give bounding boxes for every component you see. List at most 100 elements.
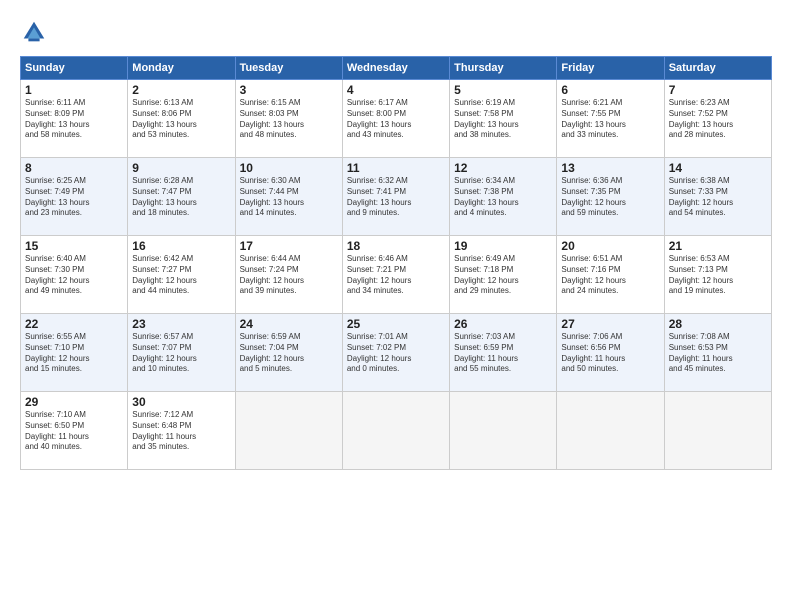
day-number: 15: [25, 239, 123, 253]
day-cell: 10Sunrise: 6:30 AM Sunset: 7:44 PM Dayli…: [235, 158, 342, 236]
day-info: Sunrise: 7:03 AM Sunset: 6:59 PM Dayligh…: [454, 332, 552, 375]
day-info: Sunrise: 7:12 AM Sunset: 6:48 PM Dayligh…: [132, 410, 230, 453]
calendar-table: SundayMondayTuesdayWednesdayThursdayFrid…: [20, 56, 772, 470]
day-number: 4: [347, 83, 445, 97]
day-number: 24: [240, 317, 338, 331]
day-info: Sunrise: 6:32 AM Sunset: 7:41 PM Dayligh…: [347, 176, 445, 219]
day-cell: 14Sunrise: 6:38 AM Sunset: 7:33 PM Dayli…: [664, 158, 771, 236]
day-number: 7: [669, 83, 767, 97]
day-cell: 5Sunrise: 6:19 AM Sunset: 7:58 PM Daylig…: [450, 80, 557, 158]
day-cell: 11Sunrise: 6:32 AM Sunset: 7:41 PM Dayli…: [342, 158, 449, 236]
week-row-1: 1Sunrise: 6:11 AM Sunset: 8:09 PM Daylig…: [21, 80, 772, 158]
day-number: 19: [454, 239, 552, 253]
day-cell: 24Sunrise: 6:59 AM Sunset: 7:04 PM Dayli…: [235, 314, 342, 392]
day-cell: 2Sunrise: 6:13 AM Sunset: 8:06 PM Daylig…: [128, 80, 235, 158]
day-cell: 30Sunrise: 7:12 AM Sunset: 6:48 PM Dayli…: [128, 392, 235, 470]
day-cell: 3Sunrise: 6:15 AM Sunset: 8:03 PM Daylig…: [235, 80, 342, 158]
day-cell: [664, 392, 771, 470]
day-cell: 4Sunrise: 6:17 AM Sunset: 8:00 PM Daylig…: [342, 80, 449, 158]
day-number: 8: [25, 161, 123, 175]
day-number: 13: [561, 161, 659, 175]
day-cell: 19Sunrise: 6:49 AM Sunset: 7:18 PM Dayli…: [450, 236, 557, 314]
day-info: Sunrise: 6:55 AM Sunset: 7:10 PM Dayligh…: [25, 332, 123, 375]
day-number: 18: [347, 239, 445, 253]
day-number: 2: [132, 83, 230, 97]
day-info: Sunrise: 7:01 AM Sunset: 7:02 PM Dayligh…: [347, 332, 445, 375]
day-number: 9: [132, 161, 230, 175]
day-cell: [342, 392, 449, 470]
day-info: Sunrise: 7:10 AM Sunset: 6:50 PM Dayligh…: [25, 410, 123, 453]
day-number: 12: [454, 161, 552, 175]
day-cell: 12Sunrise: 6:34 AM Sunset: 7:38 PM Dayli…: [450, 158, 557, 236]
day-info: Sunrise: 6:49 AM Sunset: 7:18 PM Dayligh…: [454, 254, 552, 297]
day-info: Sunrise: 6:17 AM Sunset: 8:00 PM Dayligh…: [347, 98, 445, 141]
week-row-3: 15Sunrise: 6:40 AM Sunset: 7:30 PM Dayli…: [21, 236, 772, 314]
day-info: Sunrise: 6:19 AM Sunset: 7:58 PM Dayligh…: [454, 98, 552, 141]
week-row-4: 22Sunrise: 6:55 AM Sunset: 7:10 PM Dayli…: [21, 314, 772, 392]
day-info: Sunrise: 6:28 AM Sunset: 7:47 PM Dayligh…: [132, 176, 230, 219]
day-cell: [557, 392, 664, 470]
day-cell: 17Sunrise: 6:44 AM Sunset: 7:24 PM Dayli…: [235, 236, 342, 314]
day-info: Sunrise: 6:51 AM Sunset: 7:16 PM Dayligh…: [561, 254, 659, 297]
day-info: Sunrise: 6:30 AM Sunset: 7:44 PM Dayligh…: [240, 176, 338, 219]
day-cell: 8Sunrise: 6:25 AM Sunset: 7:49 PM Daylig…: [21, 158, 128, 236]
day-info: Sunrise: 6:53 AM Sunset: 7:13 PM Dayligh…: [669, 254, 767, 297]
day-info: Sunrise: 6:42 AM Sunset: 7:27 PM Dayligh…: [132, 254, 230, 297]
day-number: 27: [561, 317, 659, 331]
calendar-body: 1Sunrise: 6:11 AM Sunset: 8:09 PM Daylig…: [21, 80, 772, 470]
day-info: Sunrise: 6:40 AM Sunset: 7:30 PM Dayligh…: [25, 254, 123, 297]
day-number: 6: [561, 83, 659, 97]
header: [20, 18, 772, 46]
day-cell: 15Sunrise: 6:40 AM Sunset: 7:30 PM Dayli…: [21, 236, 128, 314]
day-cell: [235, 392, 342, 470]
day-info: Sunrise: 6:36 AM Sunset: 7:35 PM Dayligh…: [561, 176, 659, 219]
day-cell: 25Sunrise: 7:01 AM Sunset: 7:02 PM Dayli…: [342, 314, 449, 392]
day-cell: [450, 392, 557, 470]
day-info: Sunrise: 6:23 AM Sunset: 7:52 PM Dayligh…: [669, 98, 767, 141]
day-cell: 9Sunrise: 6:28 AM Sunset: 7:47 PM Daylig…: [128, 158, 235, 236]
header-cell-friday: Friday: [557, 57, 664, 80]
day-info: Sunrise: 7:06 AM Sunset: 6:56 PM Dayligh…: [561, 332, 659, 375]
day-info: Sunrise: 7:08 AM Sunset: 6:53 PM Dayligh…: [669, 332, 767, 375]
day-info: Sunrise: 6:57 AM Sunset: 7:07 PM Dayligh…: [132, 332, 230, 375]
header-cell-tuesday: Tuesday: [235, 57, 342, 80]
week-row-5: 29Sunrise: 7:10 AM Sunset: 6:50 PM Dayli…: [21, 392, 772, 470]
day-number: 16: [132, 239, 230, 253]
day-cell: 16Sunrise: 6:42 AM Sunset: 7:27 PM Dayli…: [128, 236, 235, 314]
header-cell-wednesday: Wednesday: [342, 57, 449, 80]
day-info: Sunrise: 6:44 AM Sunset: 7:24 PM Dayligh…: [240, 254, 338, 297]
header-row: SundayMondayTuesdayWednesdayThursdayFrid…: [21, 57, 772, 80]
day-number: 22: [25, 317, 123, 331]
day-cell: 29Sunrise: 7:10 AM Sunset: 6:50 PM Dayli…: [21, 392, 128, 470]
day-info: Sunrise: 6:13 AM Sunset: 8:06 PM Dayligh…: [132, 98, 230, 141]
day-info: Sunrise: 6:21 AM Sunset: 7:55 PM Dayligh…: [561, 98, 659, 141]
day-cell: 26Sunrise: 7:03 AM Sunset: 6:59 PM Dayli…: [450, 314, 557, 392]
day-cell: 21Sunrise: 6:53 AM Sunset: 7:13 PM Dayli…: [664, 236, 771, 314]
day-cell: 6Sunrise: 6:21 AM Sunset: 7:55 PM Daylig…: [557, 80, 664, 158]
day-number: 28: [669, 317, 767, 331]
day-number: 10: [240, 161, 338, 175]
day-number: 26: [454, 317, 552, 331]
day-cell: 27Sunrise: 7:06 AM Sunset: 6:56 PM Dayli…: [557, 314, 664, 392]
day-cell: 1Sunrise: 6:11 AM Sunset: 8:09 PM Daylig…: [21, 80, 128, 158]
day-number: 17: [240, 239, 338, 253]
header-cell-monday: Monday: [128, 57, 235, 80]
day-number: 11: [347, 161, 445, 175]
day-number: 5: [454, 83, 552, 97]
logo-icon: [20, 18, 48, 46]
day-cell: 28Sunrise: 7:08 AM Sunset: 6:53 PM Dayli…: [664, 314, 771, 392]
logo: [20, 18, 52, 46]
day-cell: 18Sunrise: 6:46 AM Sunset: 7:21 PM Dayli…: [342, 236, 449, 314]
day-cell: 20Sunrise: 6:51 AM Sunset: 7:16 PM Dayli…: [557, 236, 664, 314]
day-cell: 13Sunrise: 6:36 AM Sunset: 7:35 PM Dayli…: [557, 158, 664, 236]
day-info: Sunrise: 6:15 AM Sunset: 8:03 PM Dayligh…: [240, 98, 338, 141]
day-number: 23: [132, 317, 230, 331]
header-cell-saturday: Saturday: [664, 57, 771, 80]
day-number: 20: [561, 239, 659, 253]
day-info: Sunrise: 6:59 AM Sunset: 7:04 PM Dayligh…: [240, 332, 338, 375]
day-number: 14: [669, 161, 767, 175]
day-number: 3: [240, 83, 338, 97]
day-number: 30: [132, 395, 230, 409]
day-number: 1: [25, 83, 123, 97]
day-number: 29: [25, 395, 123, 409]
